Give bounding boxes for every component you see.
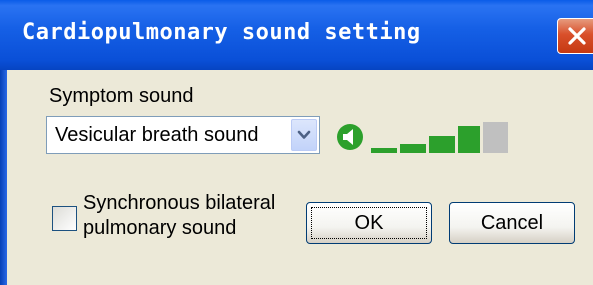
window-left-border	[0, 70, 7, 285]
symptom-sound-label: Symptom sound	[49, 85, 194, 107]
speaker-icon[interactable]	[337, 124, 363, 150]
volume-bar-5[interactable]	[483, 122, 508, 153]
volume-bar-1[interactable]	[371, 148, 397, 153]
chevron-down-icon	[297, 130, 311, 139]
close-icon	[568, 27, 586, 45]
volume-control[interactable]	[334, 118, 514, 156]
title-bar[interactable]: Cardiopulmonary sound setting	[0, 0, 593, 70]
cancel-button[interactable]: Cancel	[449, 202, 575, 244]
volume-bar-2[interactable]	[400, 144, 426, 153]
synchronous-bilateral-label: Synchronous bilateral pulmonary sound	[83, 192, 276, 239]
window-title: Cardiopulmonary sound setting	[22, 20, 421, 45]
symptom-sound-selected-value: Vesicular breath sound	[55, 124, 259, 146]
close-button[interactable]	[557, 18, 593, 54]
dropdown-arrow-button[interactable]	[291, 119, 317, 151]
ok-button[interactable]: OK	[306, 202, 432, 244]
volume-bar-3[interactable]	[429, 136, 455, 153]
synchronous-bilateral-checkbox[interactable]	[52, 206, 77, 231]
symptom-sound-dropdown[interactable]: Vesicular breath sound	[46, 116, 320, 154]
volume-bar-4[interactable]	[458, 126, 480, 153]
volume-control-graphic	[337, 122, 508, 153]
dialog-window: Cardiopulmonary sound setting Symptom so…	[0, 0, 593, 285]
